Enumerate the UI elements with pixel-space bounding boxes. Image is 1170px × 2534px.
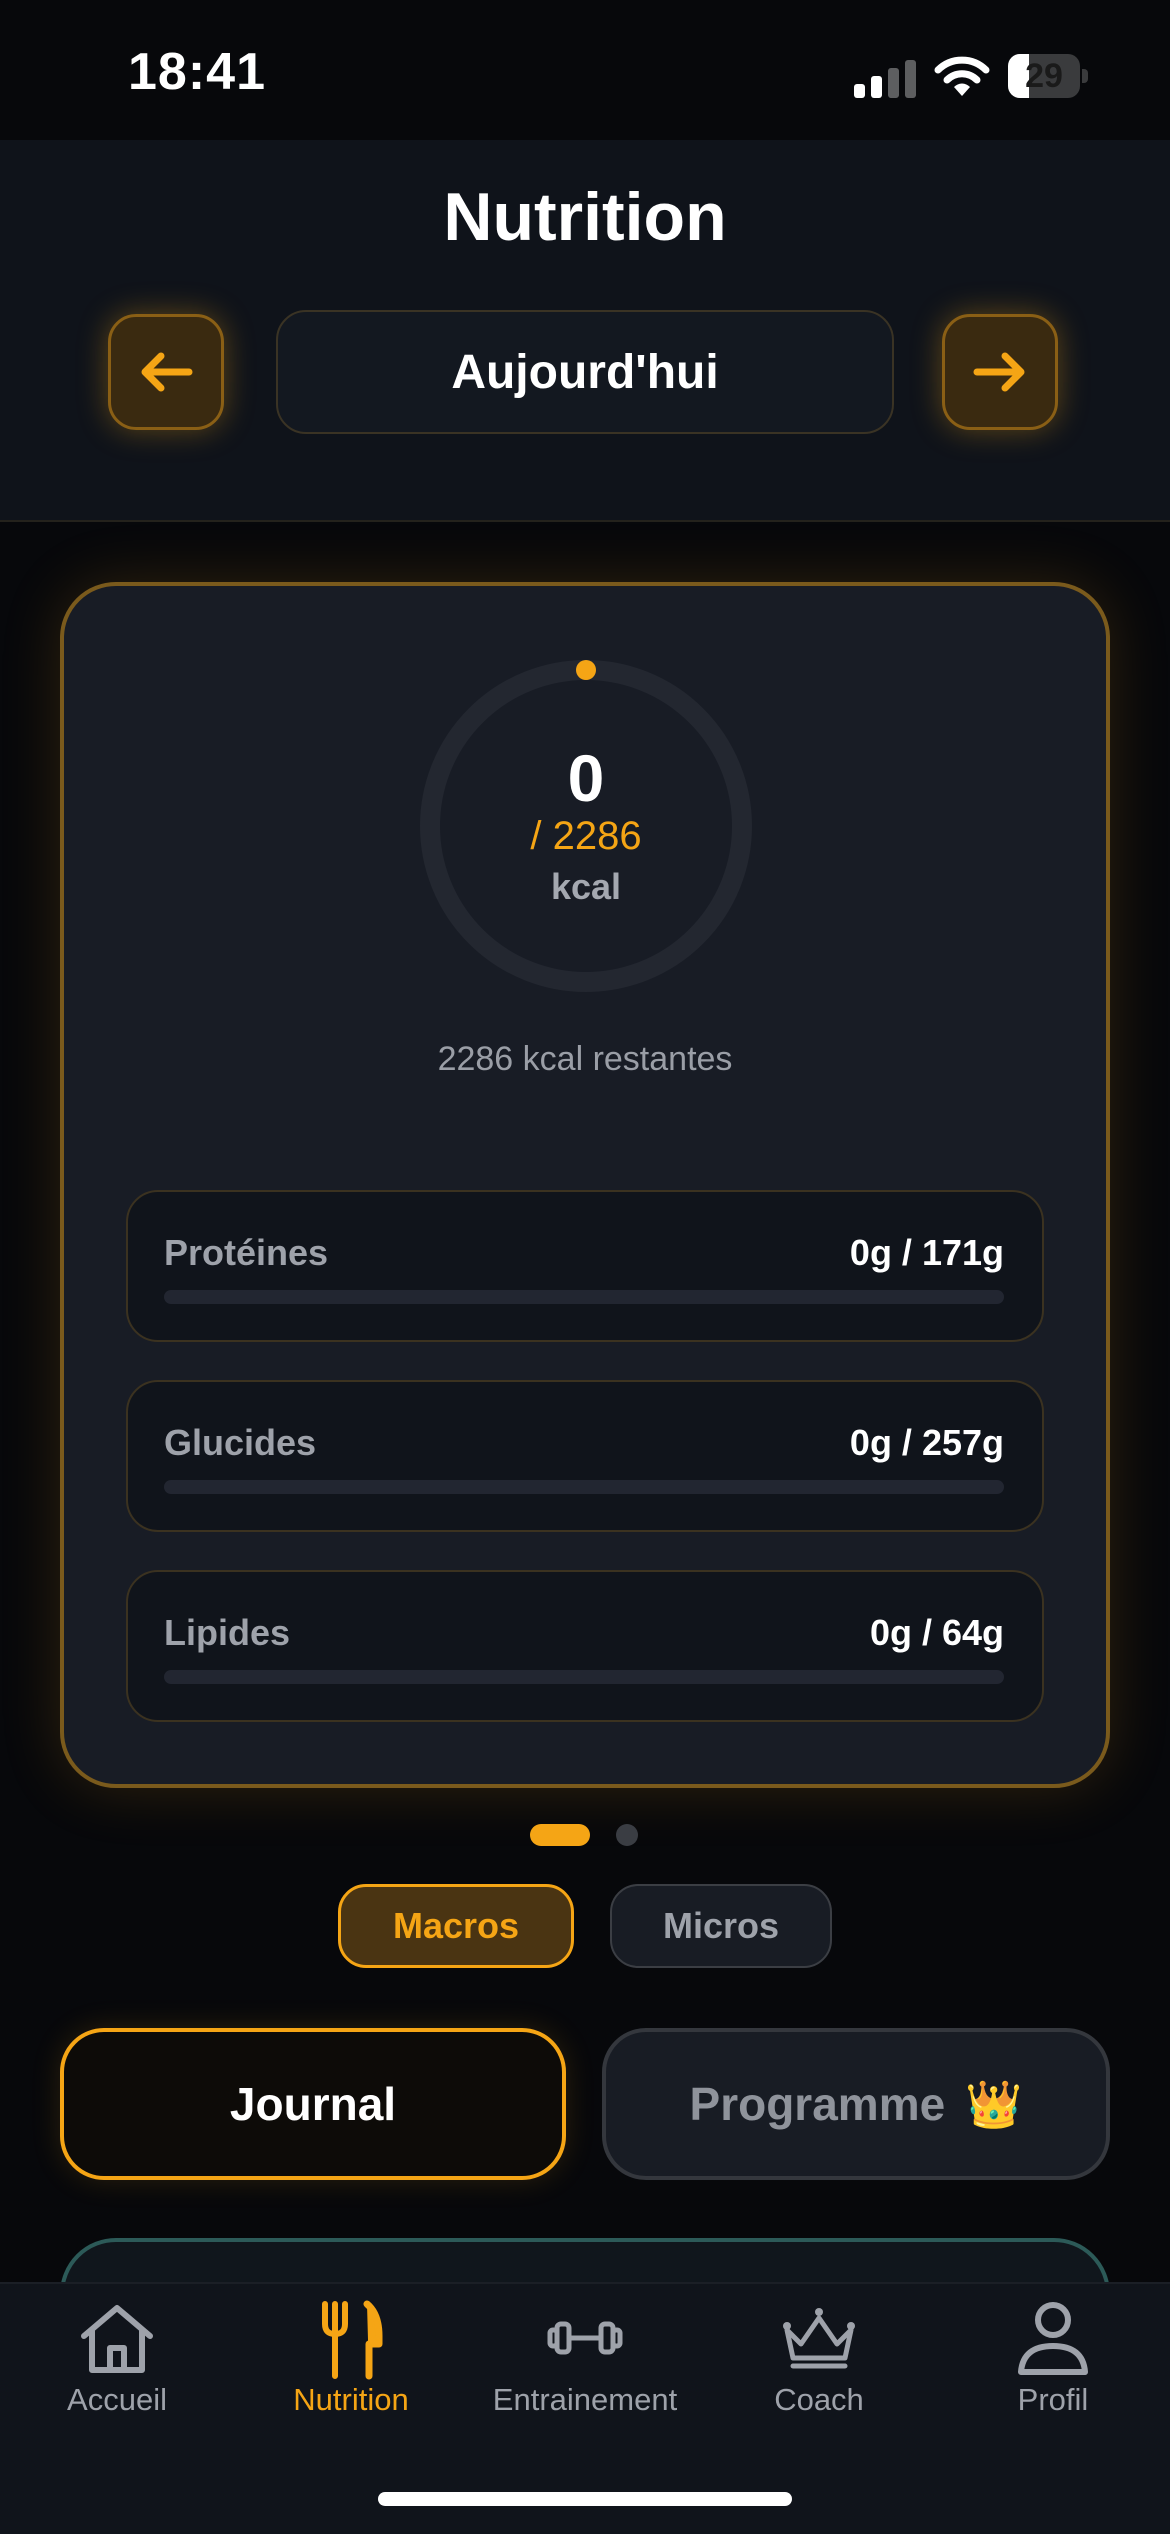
calories-remaining: 2286 kcal restantes (437, 1040, 733, 1078)
calories-unit: kcal (550, 866, 622, 907)
wifi-icon (934, 56, 990, 96)
home-indicator[interactable] (378, 2492, 792, 2506)
toggle-micros-button[interactable]: Micros (610, 1884, 832, 1968)
dumbbell-icon (547, 2321, 623, 2355)
nav-item-entrainement[interactable]: Entrainement (468, 2300, 702, 2430)
macro-value: 0g / 171g (849, 1232, 1004, 1273)
user-icon (1018, 2302, 1088, 2375)
nav-item-nutrition[interactable]: Nutrition (234, 2300, 468, 2430)
nav-item-accueil[interactable]: Accueil (0, 2300, 234, 2430)
previous-day-button[interactable] (108, 314, 224, 430)
crown-icon (783, 2308, 855, 2369)
page-title: Nutrition (443, 179, 727, 255)
calories-goal: / 2286 (530, 814, 642, 858)
arrow-left-icon (141, 352, 193, 392)
tab-journal-label: Journal (229, 2078, 397, 2130)
nav-item-coach[interactable]: Coach (702, 2300, 936, 2430)
macro-name: Protéines (164, 1232, 329, 1273)
macro-progress-bar (164, 1290, 1004, 1304)
date-selector[interactable]: Aujourd'hui (276, 310, 894, 434)
macro-value: 0g / 64g (869, 1612, 1004, 1653)
macro-progress-bar (164, 1480, 1004, 1494)
arrow-right-icon (973, 352, 1025, 392)
page-indicator[interactable] (616, 1824, 638, 1846)
crown-icon: 👑 (965, 2077, 1023, 2130)
status-time: 18:41 (128, 43, 266, 101)
next-day-button[interactable] (942, 314, 1058, 430)
home-icon (81, 2305, 153, 2373)
toggle-macros-button[interactable]: Macros (338, 1884, 574, 1968)
tab-programme[interactable]: Programme 👑 (602, 2028, 1110, 2180)
macro-row-carbs: Glucides 0g / 257g (126, 1380, 1044, 1532)
nav-item-profil[interactable]: Profil (936, 2300, 1170, 2430)
nav-label: Accueil (67, 2382, 167, 2417)
macro-name: Glucides (164, 1422, 317, 1463)
macro-row-proteins: Protéines 0g / 171g (126, 1190, 1044, 1342)
fork-knife-icon (322, 2300, 383, 2380)
battery-level: 29 (1025, 57, 1063, 95)
battery-icon: 29 (1008, 54, 1088, 100)
tab-journal[interactable]: Journal (60, 2028, 566, 2180)
macro-name: Lipides (164, 1612, 291, 1653)
page-indicator-active[interactable] (530, 1824, 590, 1846)
macro-row-fats: Lipides 0g / 64g (126, 1570, 1044, 1722)
signal-icon (854, 58, 916, 98)
tab-programme-label: Programme (689, 2078, 946, 2130)
nav-label: Coach (774, 2382, 864, 2417)
calories-eaten: 0 (567, 741, 605, 815)
nav-label: Nutrition (293, 2382, 409, 2417)
macro-value: 0g / 257g (849, 1422, 1004, 1463)
macro-progress-bar (164, 1670, 1004, 1684)
nav-label: Profil (1017, 2382, 1089, 2417)
nav-label: Entrainement (492, 2382, 678, 2417)
